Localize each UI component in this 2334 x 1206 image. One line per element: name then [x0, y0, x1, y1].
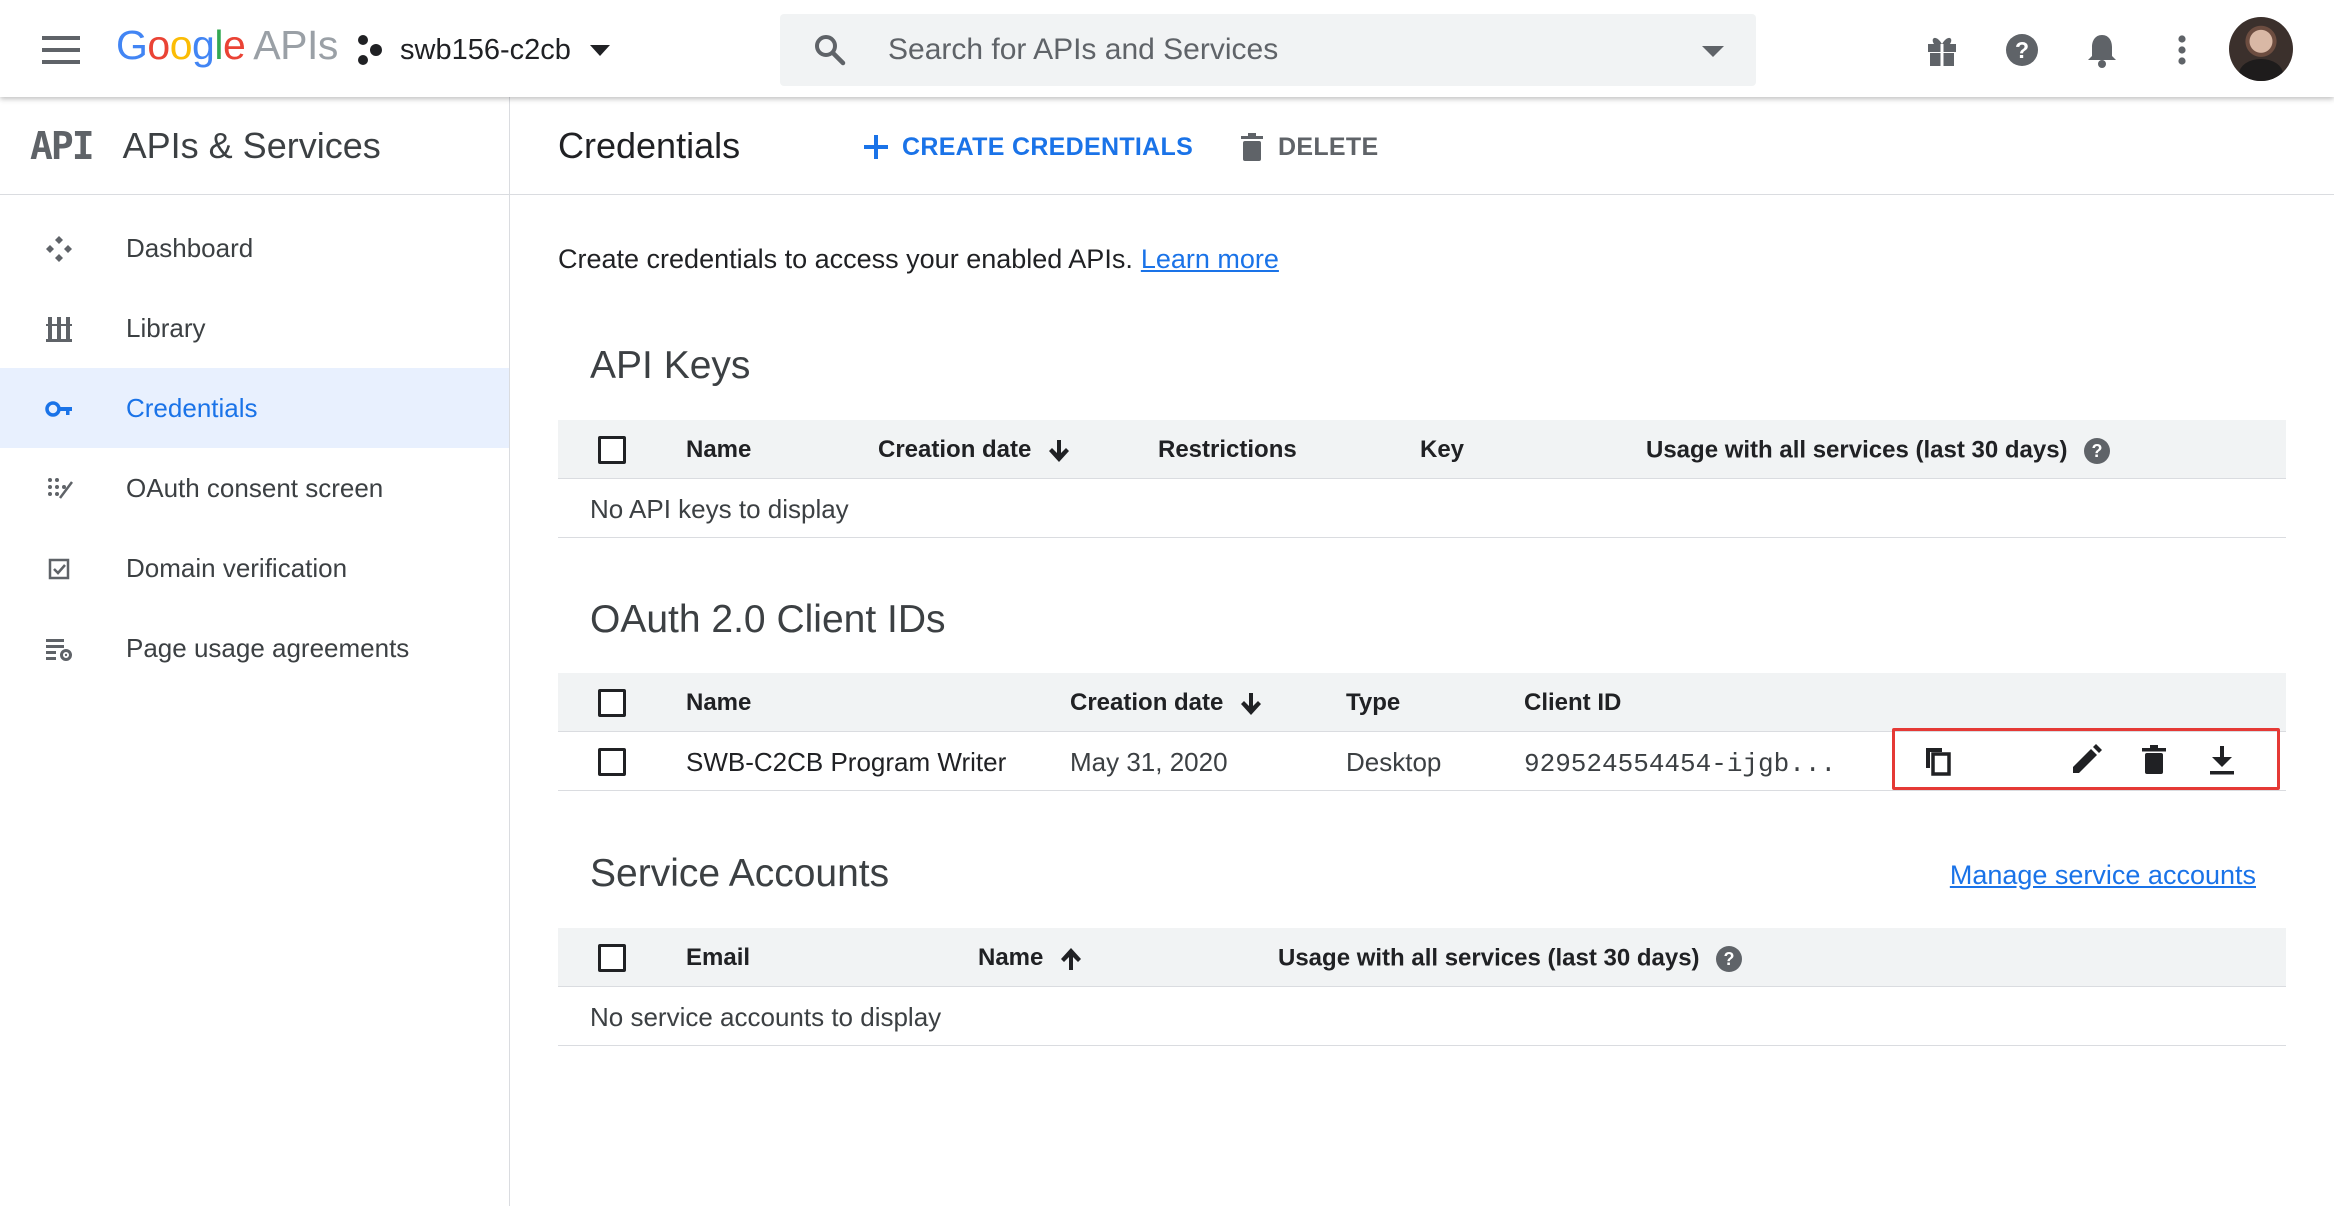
search-bar[interactable]: [780, 14, 1756, 86]
table-row[interactable]: SWB-C2CB Program Writer May 31, 2020 Des…: [558, 728, 2286, 791]
sidebar-title: APIs & Services: [122, 124, 381, 166]
help-icon[interactable]: ?: [2002, 30, 2042, 70]
consent-icon: [48, 478, 73, 499]
chevron-down-icon: [589, 45, 610, 56]
column-header-key: Key: [1420, 436, 1465, 463]
arrow-down-icon[interactable]: [1237, 690, 1265, 718]
column-header-name[interactable]: Name: [686, 689, 751, 717]
select-all-checkbox[interactable]: [598, 689, 626, 717]
sidebar-item-credentials[interactable]: Credentials: [0, 368, 509, 448]
create-credentials-button[interactable]: CREATE CREDENTIALS: [860, 127, 1193, 167]
svg-text:?: ?: [1723, 949, 1734, 969]
delete-icon[interactable]: [2137, 743, 2171, 777]
avatar[interactable]: [2229, 17, 2293, 81]
column-header-creation-date[interactable]: Creation date: [1070, 689, 1265, 718]
sidebar-item-dashboard[interactable]: Dashboard: [0, 208, 509, 288]
download-icon[interactable]: [2205, 743, 2239, 777]
help-icon[interactable]: ?: [1714, 944, 1744, 974]
gift-icon[interactable]: [1922, 30, 1962, 70]
api-keys-table-header: Name Creation date Restrictions Key Usag…: [558, 420, 2286, 479]
google-apis-logo[interactable]: Google APIs: [116, 22, 338, 69]
creation-date: May 31, 2020: [1070, 747, 1228, 777]
oauth-title: OAuth 2.0 Client IDs: [590, 598, 946, 641]
key-icon: [45, 401, 72, 417]
menu-icon[interactable]: [40, 30, 84, 70]
oauth-table-header: Name Creation date Type Client ID: [558, 673, 2286, 732]
checkbox-icon: [48, 558, 70, 580]
more-vert-icon[interactable]: [2162, 30, 2202, 70]
select-all-checkbox[interactable]: [598, 944, 626, 972]
help-icon[interactable]: ?: [2082, 436, 2112, 466]
api-keys-empty-row: No API keys to display: [558, 479, 2286, 538]
svg-text:?: ?: [2015, 37, 2029, 63]
trash-icon: [1241, 133, 1263, 161]
settings-list-icon: [46, 639, 72, 661]
search-icon: [815, 35, 846, 66]
top-bar: GoogleAPIs swb156-c2cb ?: [0, 0, 2334, 97]
sidebar-item-domain-verification[interactable]: Domain verification: [0, 528, 509, 608]
column-header-email[interactable]: Email: [686, 944, 750, 972]
column-header-client-id: Client ID: [1524, 689, 1622, 716]
search-dropdown-icon[interactable]: [1698, 36, 1728, 66]
sidebar: API APIs & Services Dashboard Library Cr…: [0, 97, 510, 1206]
row-actions-highlight: [1892, 728, 2280, 790]
column-header-name[interactable]: Name: [978, 944, 1085, 973]
column-header-type: Type: [1346, 689, 1401, 716]
service-accounts-empty-row: No service accounts to display: [558, 987, 2286, 1046]
edit-icon[interactable]: [2069, 743, 2103, 777]
sidebar-header: API APIs & Services: [0, 97, 509, 195]
sidebar-item-oauth-consent-screen[interactable]: OAuth consent screen: [0, 448, 509, 528]
learn-more-link[interactable]: Learn more: [1141, 244, 1279, 274]
service-accounts-title: Service Accounts: [590, 852, 890, 895]
dashboard-icon: [46, 236, 72, 262]
project-selector[interactable]: swb156-c2cb: [354, 24, 615, 76]
column-header-usage: Usage with all services (last 30 days)?: [1278, 944, 1744, 974]
column-header-usage: Usage with all services (last 30 days)?: [1646, 436, 2112, 466]
plus-icon: [864, 135, 888, 159]
manage-service-accounts-link[interactable]: Manage service accounts: [1950, 860, 2256, 891]
svg-text:?: ?: [2091, 441, 2102, 461]
column-header-name[interactable]: Name: [686, 436, 751, 464]
arrow-down-icon[interactable]: [1045, 437, 1073, 465]
column-header-creation-date[interactable]: Creation date: [878, 436, 1073, 465]
delete-button[interactable]: DELETE: [1236, 127, 1378, 167]
notifications-icon[interactable]: [2082, 30, 2122, 70]
service-accounts-table-header: Email Name Usage with all services (last…: [558, 928, 2286, 987]
library-icon: [46, 317, 72, 342]
api-logo: API: [30, 123, 95, 168]
column-header-restrictions: Restrictions: [1158, 436, 1297, 463]
intro-text: Create credentials to access your enable…: [558, 244, 1279, 274]
search-input[interactable]: [886, 32, 1650, 68]
api-keys-title: API Keys: [590, 344, 751, 387]
page-header: Credentials CREATE CREDENTIALS DELETE: [510, 97, 2334, 195]
project-icon: [358, 35, 382, 65]
row-checkbox[interactable]: [598, 748, 626, 776]
project-name: swb156-c2cb: [400, 33, 571, 66]
page-title: Credentials: [558, 125, 741, 166]
client-name-link[interactable]: SWB-C2CB Program Writer: [686, 747, 1006, 778]
sidebar-item-page-usage-agreements[interactable]: Page usage agreements: [0, 608, 509, 688]
select-all-checkbox[interactable]: [598, 436, 626, 464]
client-type: Desktop: [1346, 747, 1442, 777]
client-id: 929524554454-ijgb...: [1524, 749, 1837, 779]
copy-icon[interactable]: [1921, 743, 1955, 777]
arrow-up-icon[interactable]: [1057, 945, 1085, 973]
sidebar-item-library[interactable]: Library: [0, 288, 509, 368]
